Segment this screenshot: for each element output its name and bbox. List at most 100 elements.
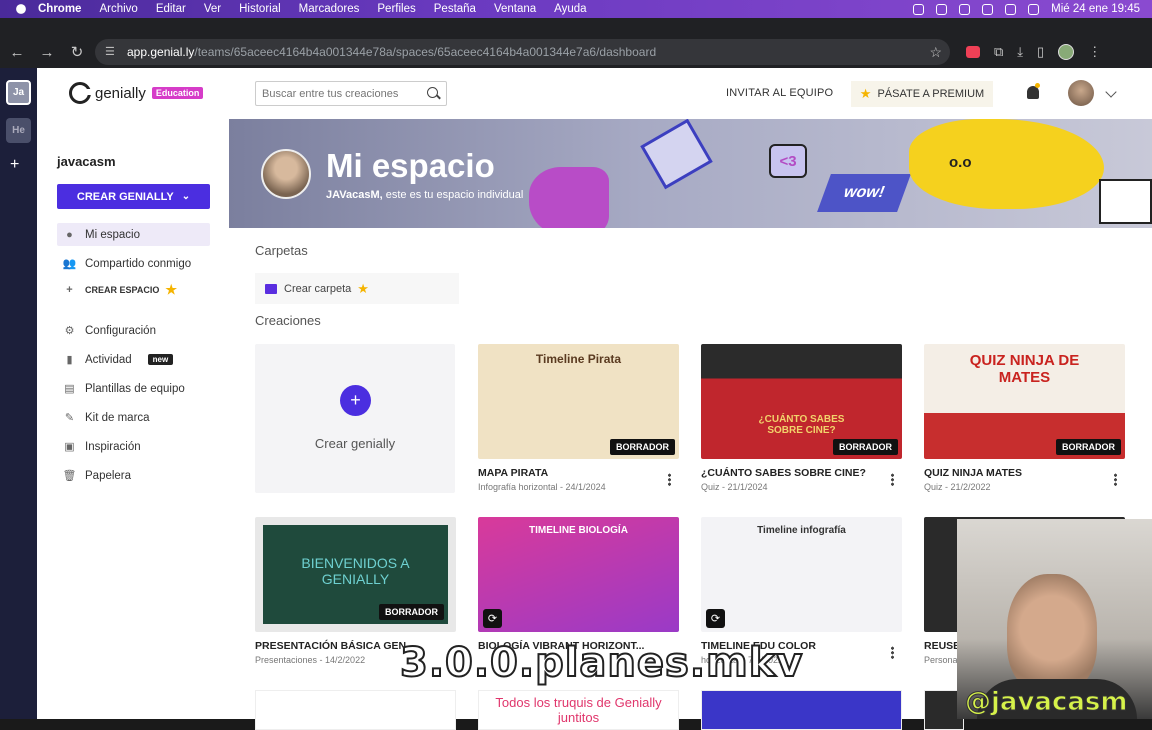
search-input[interactable] bbox=[255, 81, 447, 106]
webcam-handle: @javacasm bbox=[964, 687, 1128, 718]
more-options-icon[interactable] bbox=[891, 473, 894, 486]
sync-icon: ⟳ bbox=[483, 609, 502, 628]
add-team-icon[interactable]: + bbox=[10, 156, 19, 174]
create-genially-button[interactable]: CREAR GENIALLY ⌄ bbox=[57, 184, 210, 209]
chrome-menu-icon[interactable]: ⋮ bbox=[1088, 44, 1101, 60]
team-he[interactable]: He bbox=[6, 118, 31, 143]
draft-badge: BORRADOR bbox=[610, 439, 675, 455]
extensions-area: ⧉ ⤓ ▯ ⋮ bbox=[966, 35, 1101, 69]
forward-icon[interactable]: → bbox=[34, 39, 60, 65]
template-icon: ▤ bbox=[64, 383, 75, 395]
search-icon[interactable] bbox=[427, 87, 438, 98]
menu-ventana[interactable]: Ventana bbox=[494, 3, 536, 15]
sidebar-item-actividad[interactable]: ▮ Actividad new bbox=[57, 348, 210, 371]
menu-pestana[interactable]: Pestaña bbox=[434, 3, 476, 15]
creation-card-partial[interactable] bbox=[255, 690, 456, 730]
premium-label: PÁSATE A PREMIUM bbox=[877, 88, 985, 100]
genially-logo[interactable]: genially Education bbox=[69, 82, 204, 104]
card-thumbnail[interactable]: Timeline Pirata BORRADOR bbox=[478, 344, 679, 459]
menu-archivo[interactable]: Archivo bbox=[99, 3, 137, 15]
yellow-blob-decoration: o.o bbox=[909, 119, 1104, 209]
more-options-icon[interactable] bbox=[891, 646, 894, 659]
sidebar-item-label: Compartido conmigo bbox=[85, 257, 192, 270]
more-options-icon[interactable] bbox=[1114, 473, 1117, 486]
sidebar-item-label: CREAR ESPACIO bbox=[85, 284, 160, 295]
sidebar-item-mi-espacio[interactable]: ● Mi espacio bbox=[57, 223, 210, 246]
sidebar-item-compartido[interactable]: 👥 Compartido conmigo bbox=[57, 252, 210, 275]
sidebar-item-plantillas[interactable]: ▤ Plantillas de equipo bbox=[57, 377, 210, 400]
menu-ayuda[interactable]: Ayuda bbox=[554, 3, 586, 15]
sidebar-item-papelera[interactable]: 🗑 Papelera bbox=[57, 464, 210, 487]
menu-historial[interactable]: Historial bbox=[239, 3, 281, 15]
subtitle-name: JAVacasM, bbox=[326, 189, 383, 201]
sidebar-item-kit-marca[interactable]: ✎ Kit de marca bbox=[57, 406, 210, 429]
extensions-icon[interactable]: ⧉ bbox=[994, 44, 1003, 60]
reload-icon[interactable]: ↻ bbox=[64, 39, 90, 65]
card-title[interactable]: ¿CUÁNTO SABES SOBRE CINE? bbox=[701, 467, 866, 479]
invite-team-button[interactable]: INVITAR AL EQUIPO bbox=[726, 87, 833, 99]
video-filename-overlay: 3.0.0.planes.mkv bbox=[399, 639, 804, 687]
menu-perfiles[interactable]: Perfiles bbox=[377, 3, 415, 15]
card-title[interactable]: MAPA PIRATA bbox=[478, 467, 548, 479]
wifi-icon[interactable] bbox=[982, 3, 994, 15]
card-thumbnail[interactable]: TIMELINE BIOLOGÍA ⟳ bbox=[478, 517, 679, 632]
address-bar[interactable]: ☰ app.genial.ly/teams/65aceec4164b4a0013… bbox=[95, 39, 950, 65]
menu-editar[interactable]: Editar bbox=[156, 3, 186, 15]
card-subtitle: Persona bbox=[924, 655, 958, 665]
premium-star-icon: ★ bbox=[165, 281, 177, 297]
trash-icon: 🗑 bbox=[62, 470, 77, 482]
macos-menu-bar: Chrome Archivo Editar Ver Historial Marc… bbox=[0, 0, 1152, 18]
back-icon[interactable]: ← bbox=[4, 39, 30, 65]
brand-kit-icon: ✎ bbox=[64, 412, 75, 424]
create-genially-card[interactable]: + Crear genially bbox=[255, 344, 455, 493]
heart-bubble-decoration: <3 bbox=[769, 144, 807, 178]
more-options-icon[interactable] bbox=[668, 473, 671, 486]
chevron-down-icon: ⌄ bbox=[181, 191, 191, 202]
menu-app[interactable]: Chrome bbox=[38, 3, 81, 15]
create-folder-button[interactable]: Crear carpeta ★ bbox=[255, 273, 459, 304]
card-thumbnail[interactable]: QUIZ NINJA DE MATES BORRADOR bbox=[924, 344, 1125, 459]
volume-icon[interactable] bbox=[936, 3, 948, 15]
menu-marcadores[interactable]: Marcadores bbox=[299, 3, 360, 15]
sidepanel-icon[interactable]: ▯ bbox=[1037, 44, 1044, 60]
sidebar-item-configuracion[interactable]: ⚙ Configuración bbox=[57, 319, 210, 342]
card-title[interactable]: REUSE bbox=[924, 640, 960, 652]
site-info-icon[interactable]: ☰ bbox=[105, 45, 119, 59]
bookmark-star-icon[interactable]: ☆ bbox=[929, 44, 942, 61]
chevron-down-icon[interactable] bbox=[1105, 86, 1117, 98]
creation-card-partial[interactable]: Todos los truquis de Genially juntitos bbox=[478, 690, 679, 730]
card-thumbnail[interactable]: BIENVENIDOS A GENIALLY BORRADOR bbox=[255, 517, 456, 632]
pocket-icon[interactable] bbox=[966, 46, 980, 58]
draft-badge: BORRADOR bbox=[379, 604, 444, 620]
battery-icon[interactable] bbox=[1005, 3, 1017, 15]
bluetooth-icon[interactable] bbox=[959, 3, 971, 15]
apple-icon[interactable] bbox=[16, 4, 26, 14]
gear-icon: ⚙ bbox=[64, 325, 75, 337]
card-title[interactable]: QUIZ NINJA MATES bbox=[924, 467, 1022, 479]
sidebar-item-crear-espacio[interactable]: + CREAR ESPACIO ★ bbox=[57, 278, 210, 301]
sidebar-item-inspiracion[interactable]: ▣ Inspiración bbox=[57, 435, 210, 458]
wow-decoration: wow! bbox=[817, 174, 911, 212]
status-icon[interactable] bbox=[913, 3, 925, 15]
creation-card-partial[interactable] bbox=[701, 690, 902, 730]
premium-button[interactable]: ★ PÁSATE A PREMIUM bbox=[851, 81, 993, 107]
card-thumb-text: Todos los truquis de Genially juntitos bbox=[495, 695, 662, 725]
user-avatar[interactable] bbox=[1068, 80, 1094, 106]
workspace-username: javacasm bbox=[57, 154, 116, 169]
sidebar-item-label: Plantillas de equipo bbox=[85, 382, 185, 395]
menu-clock[interactable]: Mié 24 ene 19:45 bbox=[1051, 3, 1140, 15]
profile-avatar[interactable] bbox=[1058, 44, 1075, 60]
download-icon[interactable]: ⤓ bbox=[1017, 44, 1023, 60]
plus-icon: + bbox=[66, 283, 73, 296]
card-thumbnail[interactable]: ¿CUÁNTO SABES SOBRE CINE? BORRADOR bbox=[701, 344, 902, 459]
team-ja[interactable]: Ja bbox=[6, 80, 31, 105]
thumb-title: Timeline Pirata bbox=[535, 352, 622, 366]
logo-word: genially bbox=[95, 84, 146, 102]
control-center-icon[interactable] bbox=[1028, 3, 1040, 15]
menu-ver[interactable]: Ver bbox=[204, 3, 221, 15]
card-thumbnail[interactable]: Timeline infografía ⟳ bbox=[701, 517, 902, 632]
genially-logo-icon bbox=[69, 82, 92, 104]
card-subtitle: Presentaciones - 14/2/2022 bbox=[255, 655, 366, 665]
card-title[interactable]: PRESENTACIÓN BÁSICA GEN... bbox=[255, 640, 415, 652]
thumb-title: Timeline infografía bbox=[757, 525, 846, 536]
